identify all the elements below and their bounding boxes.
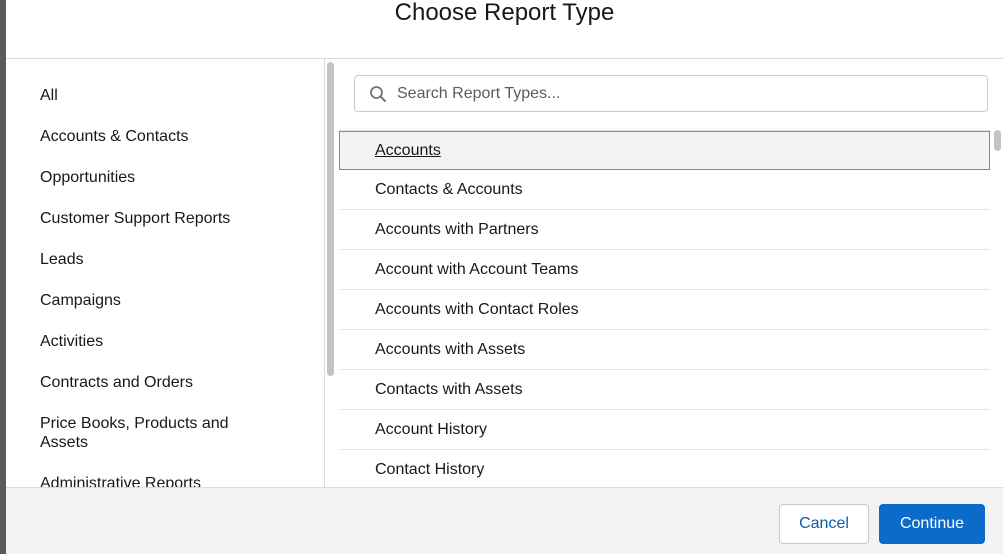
report-type-item[interactable]: Contact History — [339, 450, 990, 487]
category-item[interactable]: Customer Support Reports — [40, 209, 280, 228]
cancel-button[interactable]: Cancel — [779, 504, 869, 544]
category-item[interactable]: Opportunities — [40, 168, 280, 187]
modal-footer: Cancel Continue — [6, 487, 1003, 554]
category-scrollbar[interactable] — [327, 62, 334, 376]
choose-report-type-modal: Choose Report Type All Accounts & Contact… — [6, 0, 1003, 554]
category-item[interactable]: Administrative Reports — [40, 474, 280, 487]
category-item[interactable]: Price Books, Products and Assets — [40, 414, 280, 452]
modal-title: Choose Report Type — [394, 0, 615, 27]
report-type-panel: AccountsContacts & AccountsAccounts with… — [339, 59, 1003, 487]
modal-header: Choose Report Type — [6, 0, 1003, 59]
report-type-item[interactable]: Accounts with Contact Roles — [339, 290, 990, 330]
report-type-item[interactable]: Accounts with Partners — [339, 210, 990, 250]
report-type-item[interactable]: Contacts with Assets — [339, 370, 990, 410]
category-item[interactable]: Accounts & Contacts — [40, 127, 280, 146]
report-type-item[interactable]: Accounts — [339, 131, 990, 170]
report-type-item[interactable]: Account History — [339, 410, 990, 450]
report-type-item[interactable]: Accounts with Assets — [339, 330, 990, 370]
search-input[interactable] — [395, 83, 959, 104]
report-type-item[interactable]: Account with Account Teams — [339, 250, 990, 290]
category-list: All Accounts & Contacts Opportunities Custo… — [40, 86, 280, 487]
category-item[interactable]: Contracts and Orders — [40, 373, 280, 392]
continue-button[interactable]: Continue — [879, 504, 985, 544]
category-item[interactable]: All — [40, 86, 280, 105]
search-box[interactable] — [354, 75, 988, 112]
report-type-item[interactable]: Contacts & Accounts — [339, 170, 990, 210]
category-item[interactable]: Activities — [40, 332, 280, 351]
search-icon — [367, 83, 389, 105]
report-type-list: Accounts Contacts & Accounts Accounts with… — [339, 130, 990, 487]
category-item[interactable]: Campaigns — [40, 291, 280, 310]
report-type-scrollbar[interactable] — [994, 130, 1001, 151]
category-item[interactable]: Leads — [40, 250, 280, 269]
category-panel: All Accounts & Contacts Opportunities Custo… — [6, 59, 325, 487]
